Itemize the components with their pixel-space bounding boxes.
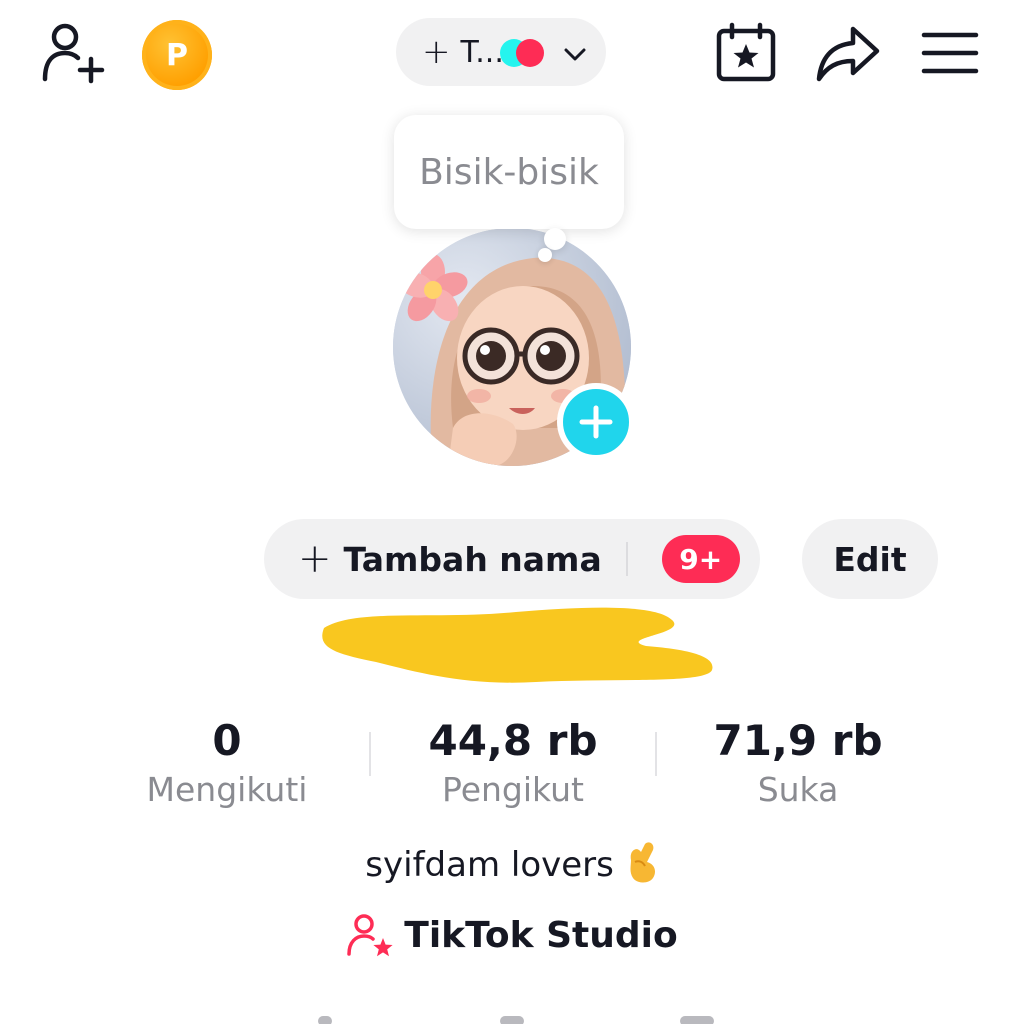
divider: [625, 542, 628, 576]
notification-badge: 9+: [661, 535, 740, 583]
add-name-label: Tambah nama: [343, 539, 602, 579]
plus-icon: +: [298, 536, 332, 582]
person-star-icon: [347, 914, 393, 957]
coin-letter: P: [166, 37, 188, 73]
whisper-bubble[interactable]: Bisik-bisik: [394, 115, 624, 229]
stat-followers[interactable]: 44,8 rb Pengikut: [383, 716, 643, 809]
menu-icon[interactable]: [912, 18, 988, 88]
profile-screen: P + T... Bisik-bisik + Tambah nama 9+ Ed…: [0, 0, 1024, 1024]
stat-following[interactable]: 0 Mengikuti: [97, 716, 357, 809]
bio-text: syifdam lovers: [365, 845, 614, 885]
tiktok-studio-label: TikTok Studio: [404, 914, 678, 956]
stat-divider: [369, 732, 371, 776]
account-switcher[interactable]: + T...: [396, 18, 606, 86]
bubble-tail-dot-small: [538, 248, 552, 262]
edit-profile-button[interactable]: Edit: [802, 519, 938, 599]
add-name-button[interactable]: + Tambah nama 9+: [264, 519, 760, 599]
tiktok-dots-icon: [499, 37, 550, 67]
edit-label: Edit: [833, 539, 907, 579]
whisper-bubble-text: Bisik-bisik: [419, 151, 599, 193]
plus-icon: +: [422, 32, 451, 72]
cutoff-element: [500, 1016, 524, 1024]
stat-value: 0: [212, 716, 242, 765]
stat-value: 71,9 rb: [713, 716, 883, 765]
coin-icon[interactable]: P: [142, 20, 212, 90]
calendar-star-icon[interactable]: [710, 18, 782, 88]
stat-label: Suka: [757, 770, 839, 809]
redaction-mark: [322, 607, 713, 683]
account-name: T...: [460, 34, 504, 70]
tiktok-studio-link[interactable]: TikTok Studio: [0, 912, 1024, 958]
stat-label: Pengikut: [441, 770, 584, 809]
stat-likes[interactable]: 71,9 rb Suka: [668, 716, 928, 809]
bubble-tail-dot: [544, 228, 566, 250]
cutoff-element: [680, 1016, 714, 1024]
bio: syifdam lovers: [0, 840, 1024, 885]
share-icon[interactable]: [810, 18, 886, 88]
cutoff-element: [318, 1016, 332, 1024]
stat-label: Mengikuti: [146, 770, 308, 809]
chevron-down-icon: [564, 35, 586, 70]
stat-value: 44,8 rb: [428, 716, 598, 765]
finger-heart-icon: [630, 842, 655, 883]
add-friend-icon[interactable]: [34, 18, 114, 88]
stat-divider: [655, 732, 657, 776]
add-avatar-button[interactable]: [557, 383, 635, 461]
